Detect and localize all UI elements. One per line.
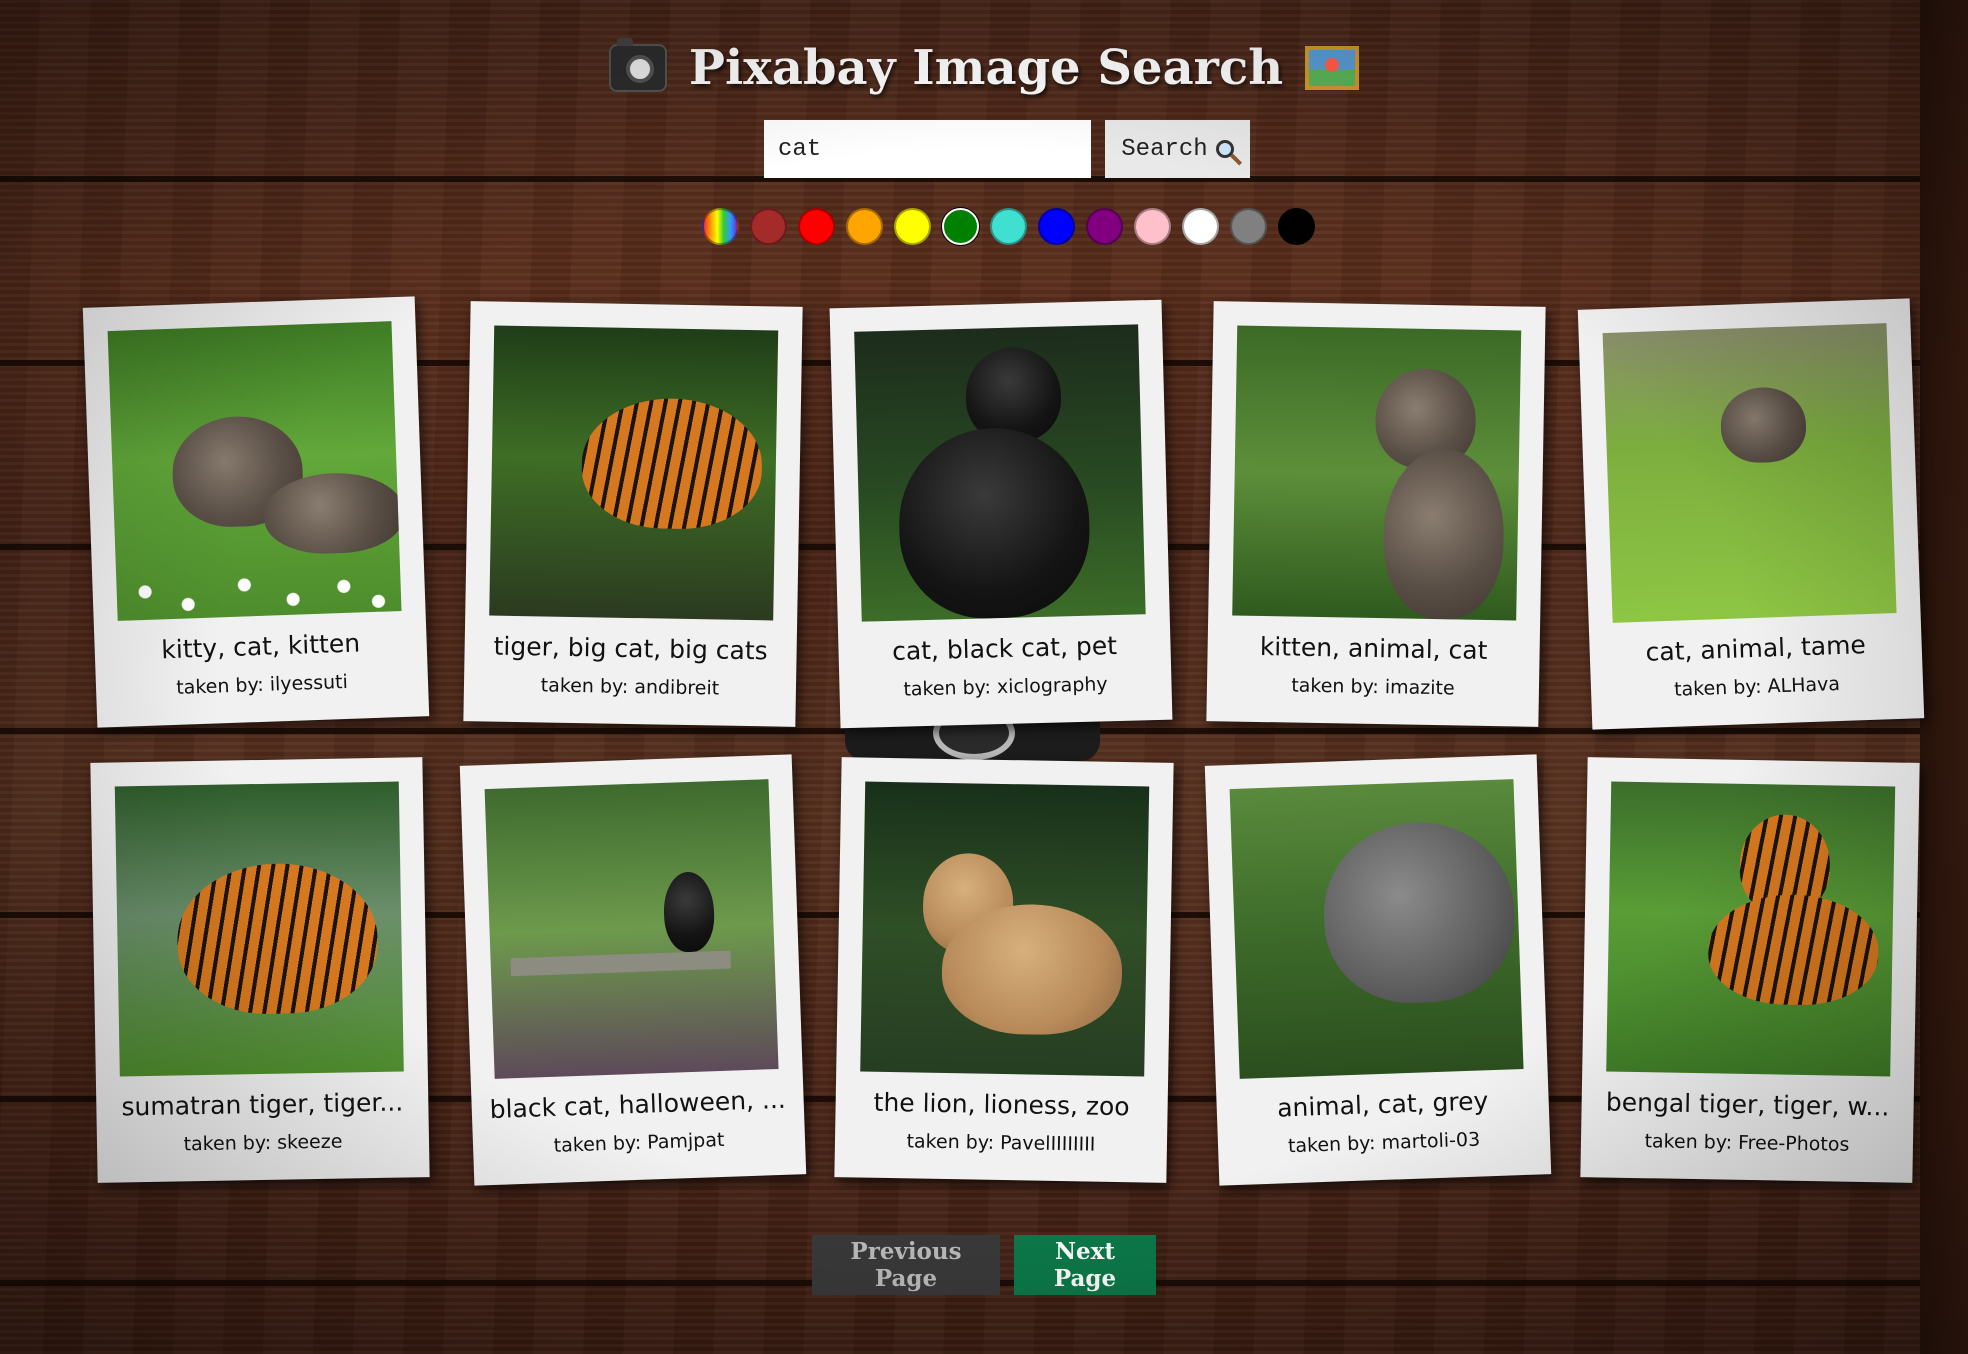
color-swatch-orange[interactable]: [846, 208, 883, 245]
result-author: taken by: Free-Photos: [1644, 1130, 1850, 1156]
black-cat-body: [896, 425, 1092, 621]
next-page-button[interactable]: Next Page: [1014, 1235, 1156, 1295]
result-card[interactable]: bengal tiger, tiger, w... taken by: Free…: [1580, 757, 1920, 1183]
tiger-figure: [176, 861, 379, 1016]
result-photo: [114, 781, 404, 1077]
result-card[interactable]: the lion, lioness, zoo taken by: PavelII…: [834, 757, 1174, 1183]
page-title: Pixabay Image Search: [608, 38, 1360, 96]
result-card[interactable]: animal, cat, grey taken by: martoli-03: [1204, 754, 1552, 1186]
result-tags: tiger, big cat, big cats: [493, 631, 768, 666]
result-tags: the lion, lioness, zoo: [873, 1087, 1130, 1122]
tiger-body: [1707, 893, 1880, 1007]
result-photo: [107, 321, 402, 621]
page-header: Pixabay Image Search: [0, 38, 1968, 96]
result-author: taken by: ilyessuti: [175, 670, 349, 699]
result-author: taken by: PavelIIIIIIII: [906, 1130, 1096, 1156]
framed-picture-icon: [1305, 46, 1360, 90]
result-photo: [854, 324, 1146, 622]
result-card[interactable]: kitten, animal, cat taken by: imazite: [1206, 301, 1546, 727]
color-swatch-brown[interactable]: [750, 208, 787, 245]
wood-edge: [1920, 0, 1968, 1354]
result-card[interactable]: kitty, cat, kitten taken by: ilyessuti: [82, 296, 430, 728]
result-tags: cat, animal, tame: [1645, 630, 1867, 667]
tiger-figure: [580, 397, 764, 531]
result-author: taken by: andibreit: [540, 674, 720, 700]
magnifier-icon: [1215, 140, 1234, 158]
result-tags: black cat, halloween, ...: [489, 1084, 787, 1125]
color-swatch-yellow[interactable]: [894, 208, 931, 245]
result-tags: animal, cat, grey: [1276, 1086, 1489, 1123]
page-title-text: Pixabay Image Search: [688, 40, 1284, 96]
color-swatch-black[interactable]: [1278, 208, 1315, 245]
color-swatch-white[interactable]: [1182, 208, 1219, 245]
result-photo: [484, 779, 779, 1079]
result-tags: kitty, cat, kitten: [160, 628, 361, 665]
result-card[interactable]: cat, animal, tame taken by: ALHava: [1577, 298, 1925, 730]
pagination: Previous Page Next Page: [0, 1235, 1968, 1295]
search-button-label: Search: [1121, 135, 1208, 163]
color-swatch-red[interactable]: [798, 208, 835, 245]
color-swatch-purple[interactable]: [1086, 208, 1123, 245]
kitten-figure: [1719, 386, 1808, 464]
camera-icon: [608, 38, 667, 92]
result-card[interactable]: sumatran tiger, tiger... taken by: skeez…: [90, 757, 430, 1183]
search-input[interactable]: [764, 120, 1091, 178]
kitten-body: [1382, 448, 1506, 621]
color-swatch-blue[interactable]: [1038, 208, 1075, 245]
grey-cat-head: [1320, 819, 1518, 1006]
result-author: taken by: Pamjpat: [553, 1128, 725, 1157]
result-author: taken by: imazite: [1291, 674, 1455, 700]
result-tags: kitten, animal, cat: [1259, 631, 1488, 665]
search-bar: Search: [764, 120, 1250, 178]
search-button[interactable]: Search: [1105, 120, 1250, 178]
result-tags: sumatran tiger, tiger...: [121, 1087, 404, 1122]
result-card[interactable]: cat, black cat, pet taken by: xiclograph…: [829, 299, 1173, 729]
result-author: taken by: martoli-03: [1287, 1128, 1481, 1158]
color-swatch-pink[interactable]: [1134, 208, 1171, 245]
result-author: taken by: ALHava: [1673, 673, 1841, 701]
result-tags: cat, black cat, pet: [891, 631, 1118, 666]
result-photo: [860, 781, 1150, 1077]
result-card[interactable]: tiger, big cat, big cats taken by: andib…: [463, 301, 803, 727]
result-photo: [1229, 779, 1524, 1079]
color-filter-bar: [702, 208, 1315, 245]
color-swatch-rainbow[interactable]: [702, 208, 739, 245]
result-author: taken by: xiclography: [903, 673, 1108, 701]
color-swatch-green[interactable]: [942, 208, 979, 245]
result-photo: [489, 325, 779, 621]
color-swatch-turquoise[interactable]: [990, 208, 1027, 245]
result-tags: bengal tiger, tiger, w...: [1605, 1087, 1890, 1122]
black-cat-figure: [662, 871, 716, 953]
color-swatch-gray[interactable]: [1230, 208, 1267, 245]
result-photo: [1602, 323, 1897, 623]
daisies: [115, 541, 402, 621]
result-photo: [1606, 781, 1896, 1077]
result-photo: [1232, 325, 1522, 621]
result-card[interactable]: black cat, halloween, ... taken by: Pamj…: [459, 754, 807, 1186]
previous-page-button[interactable]: Previous Page: [812, 1235, 1000, 1295]
lioness-body: [940, 902, 1124, 1037]
result-author: taken by: skeeze: [183, 1130, 343, 1156]
bench: [510, 950, 732, 977]
